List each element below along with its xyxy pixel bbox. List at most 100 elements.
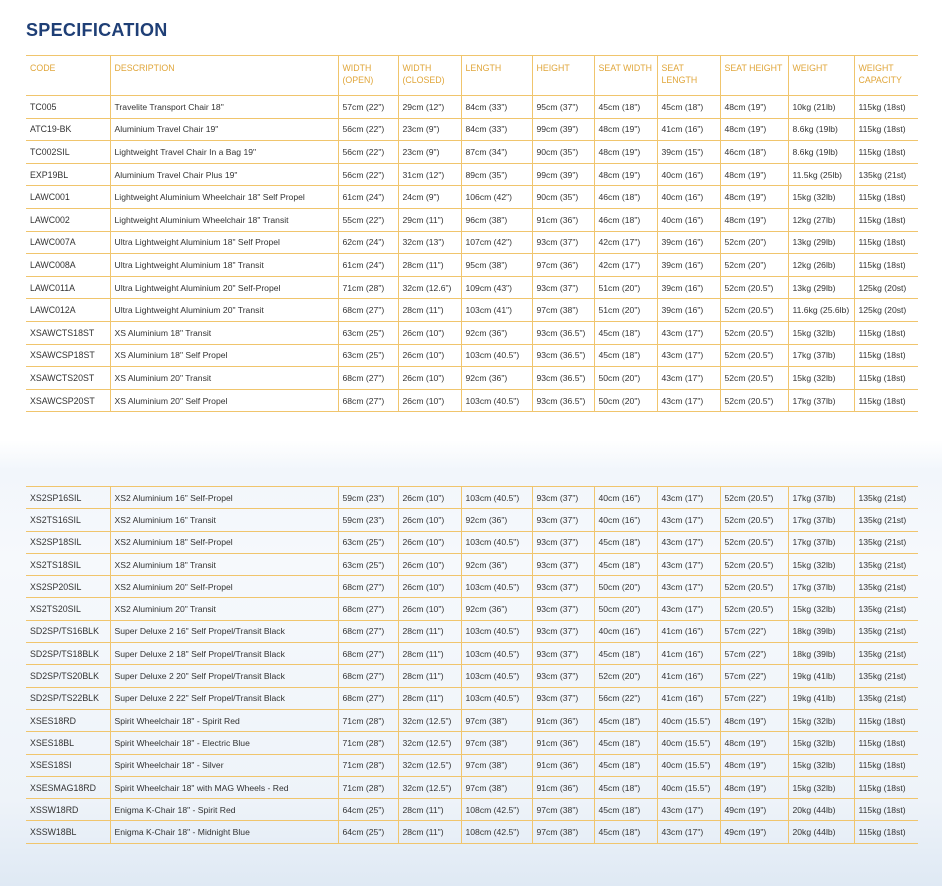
cell-width-closed: 26cm (10") [397,320,462,345]
cell-height: 93cm (37") [531,230,595,255]
cell-weight-capacity: 135kg (21st) [853,597,918,621]
cell-width-open: 68cm (27") [337,664,399,688]
cell-width-open: 71cm (28") [337,708,399,733]
cell-width-closed: 26cm (10") [397,388,462,413]
cell-seat-height: 48cm (19") [719,162,789,187]
table-row: XSSW18RD Enigma K-Chair 18" - Spirit Red 6… [26,798,918,822]
cell-seat-width: 45cm (18") [593,642,658,666]
cell-description: Enigma K-Chair 18" - Spirit Red [109,798,339,822]
cell-seat-width: 50cm (20") [593,597,658,621]
cell-width-open: 68cm (27") [337,298,399,322]
cell-description: Spirit Wheelchair 18" - Silver [109,753,339,777]
cell-width-closed: 24cm (9") [397,185,462,209]
cell-seat-width: 45cm (18") [593,552,658,577]
cell-length: 92cm (36") [460,366,533,390]
table-row: LAWC001 Lightweight Aluminium Wheelchair … [26,185,918,209]
cell-height: 93cm (37") [531,530,595,554]
cell-code: EXP19BL [26,162,111,187]
table-row: XSES18BL Spirit Wheelchair 18" - Electric… [26,731,918,755]
cell-length: 103cm (40.5") [460,485,533,510]
cell-weight-capacity: 115kg (18st) [853,775,918,800]
cell-length: 103cm (41") [460,298,533,322]
cell-width-closed: 28cm (11") [397,253,462,277]
cell-width-open: 56cm (22") [337,162,399,187]
cell-seat-width: 40cm (16") [593,508,658,532]
cell-height: 93cm (37") [531,642,595,666]
cell-seat-length: 43cm (17") [656,575,721,599]
cell-seat-length: 43cm (17") [656,320,721,345]
cell-height: 91cm (36") [531,731,595,755]
cell-seat-length: 39cm (15") [656,140,721,164]
cell-height: 93cm (37") [531,575,595,599]
table-row: XS2TS18SIL XS2 Aluminium 18" Transit 63cm … [26,552,918,577]
cell-weight-capacity: 135kg (21st) [853,485,918,510]
cell-weight-capacity: 115kg (18st) [853,388,918,413]
cell-width-closed: 26cm (10") [397,508,462,532]
cell-length: 108cm (42.5") [460,820,533,844]
table-row: TC005 Travelite Transport Chair 18" 57cm (… [26,95,918,119]
cell-description: Travelite Transport Chair 18" [109,95,339,119]
cell-code: XSAWCSP20ST [26,388,111,413]
cell-height: 93cm (37") [531,552,595,577]
cell-seat-width: 48cm (19") [593,162,658,187]
cell-code: LAWC008A [26,253,111,277]
table-row: LAWC002 Lightweight Aluminium Wheelchair … [26,207,918,232]
cell-seat-height: 52cm (20.5") [719,485,789,510]
cell-weight-capacity: 115kg (18st) [853,207,918,232]
table-row: XS2SP20SIL XS2 Aluminium 20" Self-Propel 6… [26,575,918,599]
cell-seat-length: 40cm (15.5") [656,731,721,755]
cell-description: Spirit Wheelchair 18" - Electric Blue [109,731,339,755]
header-width-open: WIDTH (OPEN) [337,55,399,96]
cell-seat-length: 43cm (17") [656,597,721,621]
cell-height: 93cm (37") [531,619,595,644]
header-code: CODE [26,55,111,96]
cell-seat-height: 57cm (22") [719,642,789,666]
cell-length: 97cm (38") [460,731,533,755]
cell-weight: 17kg (37lb) [787,508,855,532]
cell-weight-capacity: 135kg (21st) [853,162,918,187]
cell-description: XS2 Aluminium 20" Self-Propel [109,575,339,599]
cell-seat-height: 52cm (20") [719,230,789,255]
cell-height: 91cm (36") [531,207,595,232]
cell-width-open: 64cm (25") [337,798,399,822]
header-description: DESCRIPTION [109,55,339,96]
cell-width-closed: 28cm (11") [397,664,462,688]
cell-width-closed: 32cm (13") [397,230,462,255]
cell-code: XS2SP18SIL [26,530,111,554]
cell-length: 103cm (40.5") [460,664,533,688]
cell-seat-width: 46cm (18") [593,207,658,232]
cell-width-open: 61cm (24") [337,253,399,277]
cell-seat-width: 46cm (18") [593,185,658,209]
cell-width-open: 71cm (28") [337,775,399,800]
spec-table-top: CODE DESCRIPTION WIDTH (OPEN) WIDTH (CLO… [26,55,918,413]
cell-weight: 13kg (29lb) [787,230,855,255]
cell-width-open: 68cm (27") [337,366,399,390]
table-row: ATC19-BK Aluminium Travel Chair 19" 56cm (… [26,117,918,142]
cell-width-closed: 28cm (11") [397,619,462,644]
cell-length: 92cm (36") [460,597,533,621]
header-length: LENGTH [460,55,533,96]
cell-seat-length: 43cm (17") [656,343,721,368]
header-seat-length: SEAT LENGTH [656,55,721,96]
cell-seat-length: 43cm (17") [656,485,721,510]
header-width-closed: WIDTH (CLOSED) [397,55,462,96]
cell-seat-width: 50cm (20") [593,388,658,413]
cell-description: Ultra Lightweight Aluminium 20" Self-Pro… [109,275,339,300]
cell-length: 103cm (40.5") [460,642,533,666]
cell-weight-capacity: 135kg (21st) [853,642,918,666]
cell-weight-capacity: 115kg (18st) [853,708,918,733]
cell-width-closed: 23cm (9") [397,140,462,164]
cell-seat-length: 39cm (16") [656,230,721,255]
cell-seat-width: 52cm (20") [593,664,658,688]
cell-description: Super Deluxe 2 22" Self Propel/Transit B… [109,686,339,710]
cell-weight: 10kg (21lb) [787,95,855,119]
cell-code: LAWC007A [26,230,111,255]
cell-seat-length: 41cm (16") [656,664,721,688]
cell-seat-length: 45cm (18") [656,95,721,119]
cell-description: Lightweight Travel Chair In a Bag 19" [109,140,339,164]
cell-description: XS2 Aluminium 18" Transit [109,552,339,577]
cell-width-closed: 26cm (10") [397,485,462,510]
cell-weight: 15kg (32lb) [787,708,855,733]
cell-height: 93cm (36.5") [531,366,595,390]
cell-seat-length: 39cm (16") [656,298,721,322]
